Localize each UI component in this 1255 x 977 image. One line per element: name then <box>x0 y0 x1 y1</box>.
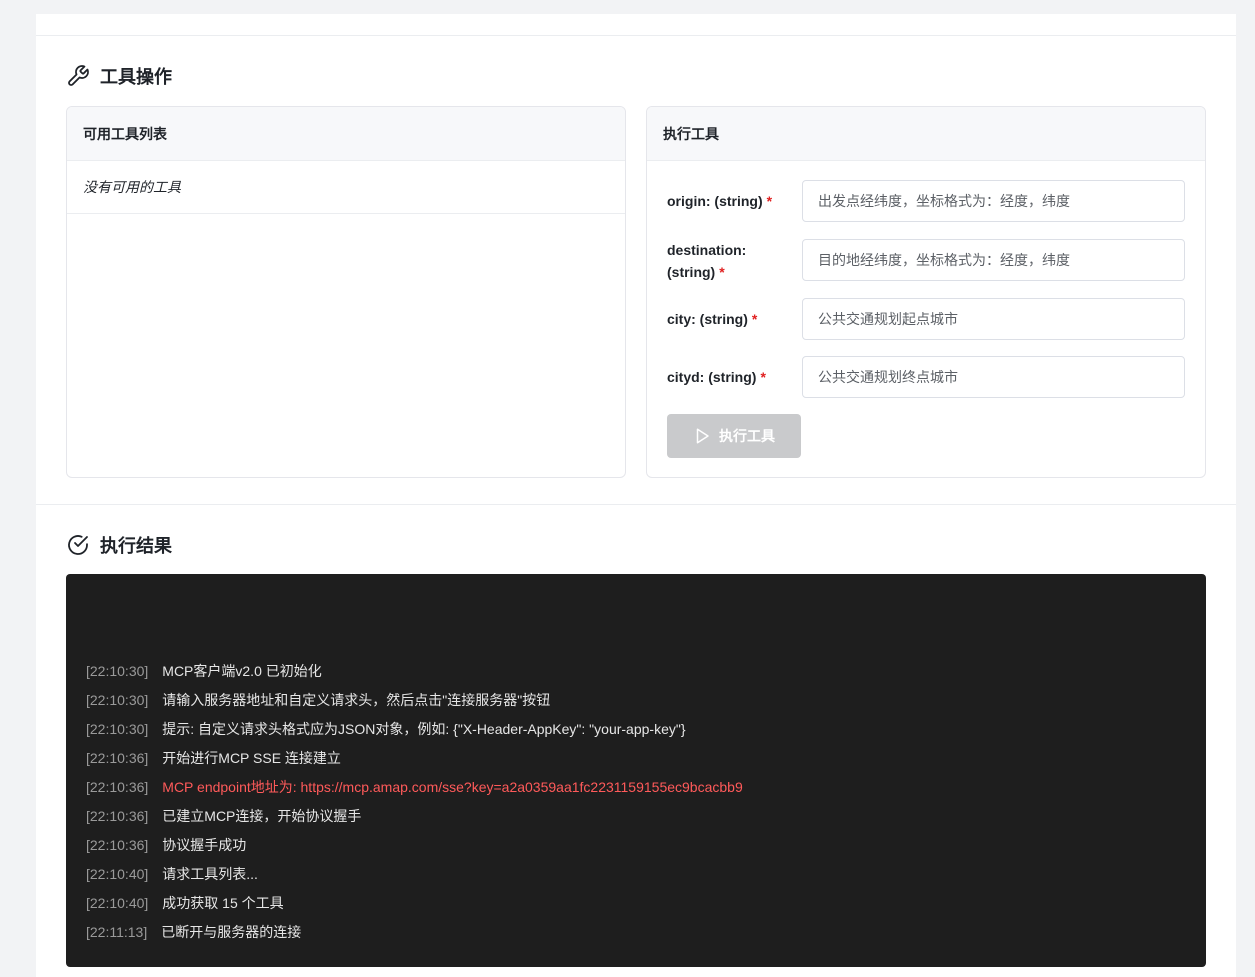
page-background <box>0 0 1255 14</box>
log-timestamp: [22:10:30] <box>86 691 149 708</box>
executor-card: 执行工具 origin: (string)* destination: (str… <box>646 106 1206 478</box>
log-line: [22:10:40] 请求工具列表... <box>86 859 1186 888</box>
log-timestamp: [22:10:40] <box>86 865 149 882</box>
tool-list-card: 可用工具列表 没有可用的工具 <box>66 106 626 478</box>
result-console[interactable]: [22:10:30] MCP客户端v2.0 已初始化 [22:10:30] 请输入服务… <box>66 574 1206 967</box>
log-line: [22:10:36] 协议握手成功 <box>86 830 1186 859</box>
log-message: MCP客户端v2.0 已初始化 <box>162 662 322 679</box>
log-timestamp: [22:11:13] <box>86 923 148 940</box>
log-timestamp: [22:10:36] <box>86 807 149 824</box>
field-city: city: (string) * <box>667 298 1185 340</box>
cityd-input[interactable] <box>802 356 1185 398</box>
log-message: MCP endpoint地址为: https://mcp.amap.com/ss… <box>162 778 743 795</box>
tools-section-title-text: 工具操作 <box>100 67 172 87</box>
log-timestamp: [22:10:36] <box>86 836 149 853</box>
log-line: [22:10:30] MCP客户端v2.0 已初始化 <box>86 656 1186 685</box>
log-timestamp: [22:10:30] <box>86 662 149 679</box>
log-timestamp: [22:10:36] <box>86 749 149 766</box>
field-destination-label: destination: (string) * <box>667 242 747 280</box>
log-line: [22:10:36] 开始进行MCP SSE 连接建立 <box>86 743 1186 772</box>
results-section-title-text: 执行结果 <box>100 536 172 556</box>
log-message: 已断开与服务器的连接 <box>161 923 302 940</box>
field-origin: origin: (string) * <box>667 180 1185 222</box>
field-cityd: cityd: (string) * <box>667 356 1185 398</box>
executor-header: 执行工具 <box>647 107 1205 161</box>
log-message: 成功获取 15 个工具 <box>162 894 284 911</box>
log-message: 请输入服务器地址和自定义请求头，然后点击"连接服务器"按钮 <box>162 691 551 708</box>
log-timestamp: [22:10:40] <box>86 894 149 911</box>
log-message: 提示: 自定义请求头格式应为JSON对象，例如: {"X-Header-AppK… <box>162 720 686 737</box>
log-message: 已建立MCP连接，开始协议握手 <box>162 807 362 824</box>
tools-section-title: 工具操作 <box>66 63 172 89</box>
log-message: 协议握手成功 <box>162 836 247 853</box>
execute-tool-button[interactable]: 执行工具 <box>667 414 801 458</box>
previous-panel-bottom <box>36 14 1236 36</box>
destination-input[interactable] <box>802 239 1185 281</box>
check-circle-icon <box>68 535 88 555</box>
city-input[interactable] <box>802 298 1185 340</box>
log-timestamp: [22:10:36] <box>86 778 149 795</box>
field-destination: destination: (string) * <box>667 239 1185 281</box>
log-line: [22:10:40] 成功获取 15 个工具 <box>86 888 1186 917</box>
log-line: [22:10:30] 提示: 自定义请求头格式应为JSON对象，例如: {"X-H… <box>86 714 1186 743</box>
wrench-icon <box>68 65 89 86</box>
field-city-label: city: (string) * <box>667 311 758 327</box>
field-cityd-label: cityd: (string) * <box>667 369 766 385</box>
log-message: 请求工具列表... <box>162 865 258 882</box>
log-timestamp: [22:10:30] <box>86 720 149 737</box>
play-icon <box>696 428 709 444</box>
tool-list-empty: 没有可用的工具 <box>67 161 625 214</box>
log-line: [22:10:36] 已建立MCP连接，开始协议握手 <box>86 801 1186 830</box>
results-panel: 执行结果 [22:10:30] MCP客户端v2.0 已初始化 [22:10:30]… <box>36 505 1236 977</box>
log-line: [22:11:13] 已断开与服务器的连接 <box>86 917 1186 946</box>
log-line: [22:10:30] 请输入服务器地址和自定义请求头，然后点击"连接服务器"按钮 <box>86 685 1186 714</box>
field-origin-label: origin: (string) * <box>667 193 773 209</box>
tool-list-header: 可用工具列表 <box>67 107 625 161</box>
results-section-title: 执行结果 <box>66 532 172 558</box>
log-message: 开始进行MCP SSE 连接建立 <box>162 749 341 766</box>
tools-panel: 工具操作 可用工具列表 没有可用的工具 执行工具 origin: (string… <box>36 36 1236 505</box>
execute-tool-label: 执行工具 <box>719 428 775 444</box>
log-line: [22:10:36] MCP endpoint地址为: https://mcp.a… <box>86 772 1186 801</box>
origin-input[interactable] <box>802 180 1185 222</box>
